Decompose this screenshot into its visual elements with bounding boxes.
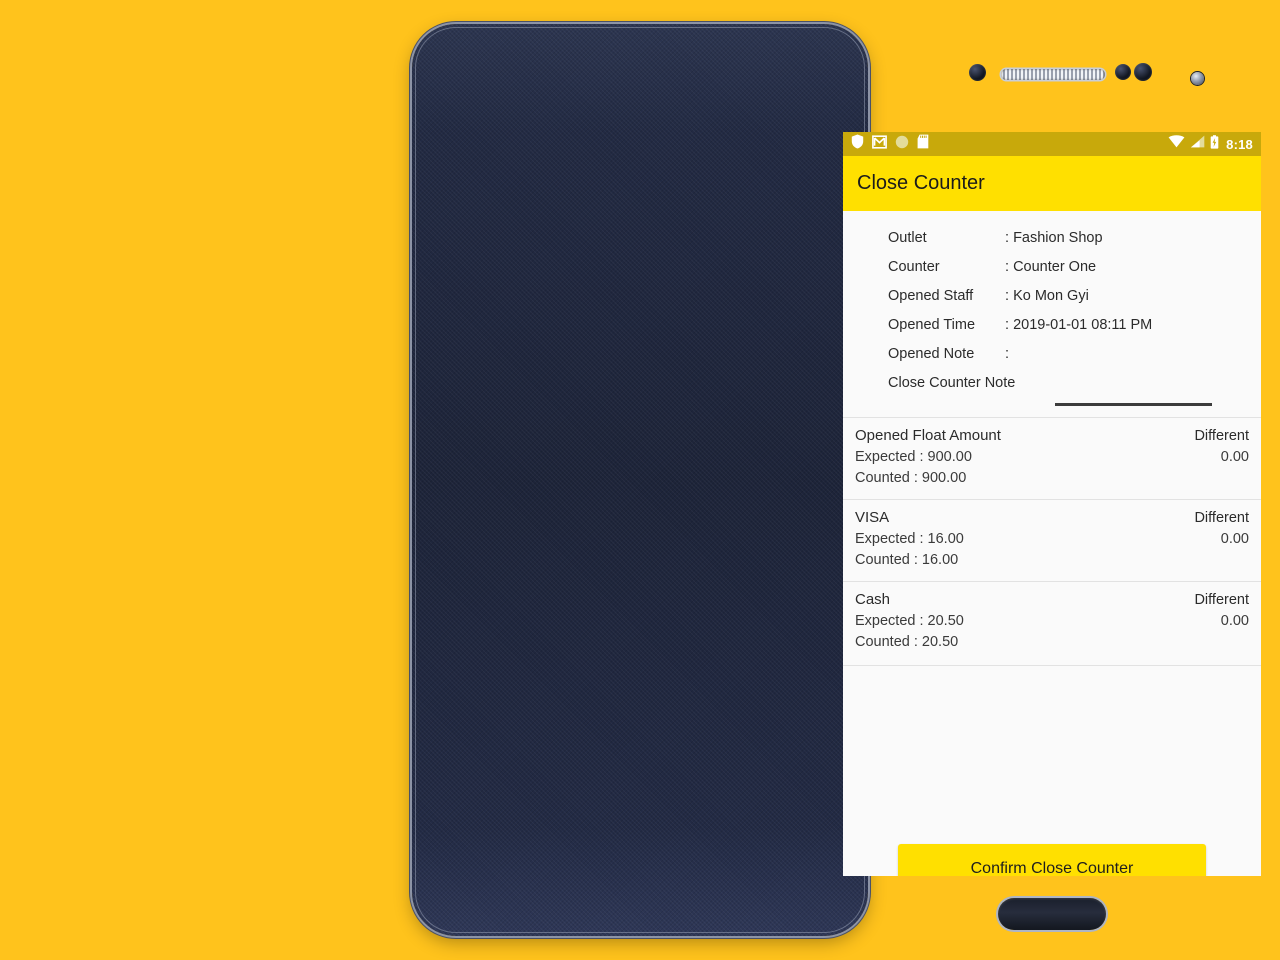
content-area: Outlet Fashion Shop Counter Counter One … [843, 211, 1261, 876]
info-label-outlet: Outlet [888, 229, 927, 246]
amount-counted-line: Counted : 20.50 [855, 632, 1249, 653]
confirm-close-counter-button[interactable]: Confirm Close Counter [898, 844, 1206, 876]
amount-expected-visa: Expected : 16.00 [855, 531, 964, 547]
amount-head: Cash Different [855, 591, 1249, 608]
amount-different-label: Different [1194, 592, 1249, 608]
info-value-counter: Counter One [1005, 259, 1096, 275]
front-camera-icon [969, 64, 986, 81]
amount-expected-line: Expected : 900.00 0.00 [855, 447, 1249, 468]
amount-different-value-visa: 0.00 [1220, 531, 1249, 547]
signal-icon [1190, 135, 1205, 153]
close-counter-note-label: Close Counter Note [888, 374, 1016, 391]
info-value-opened-staff: Ko Mon Gyi [1005, 288, 1089, 304]
info-label-opened-note: Opened Note [888, 345, 975, 362]
amount-row-visa: VISA Different Expected : 16.00 0.00 Cou… [843, 499, 1261, 581]
status-bar-left-icons [851, 134, 929, 154]
info-label-opened-time: Opened Time [888, 316, 976, 333]
amount-counted-line: Counted : 900.00 [855, 468, 1249, 489]
light-sensor-icon [1134, 63, 1152, 81]
amount-counted-visa: Counted : 16.00 [855, 552, 959, 568]
amount-counted-opened-float: Counted : 900.00 [855, 470, 967, 486]
info-label-counter: Counter [888, 258, 940, 275]
amount-different-label: Different [1194, 428, 1249, 444]
amount-different-label: Different [1194, 510, 1249, 526]
amount-row-cash: Cash Different Expected : 20.50 0.00 Cou… [843, 581, 1261, 663]
close-counter-note-row: Close Counter Note [843, 368, 1261, 397]
page-title: Close Counter [857, 172, 985, 194]
info-row-counter: Counter Counter One [843, 252, 1261, 281]
amount-counted-cash: Counted : 20.50 [855, 634, 959, 650]
info-row-opened-note: Opened Note [843, 339, 1261, 368]
sd-card-icon [917, 134, 929, 154]
amount-expected-opened-float: Expected : 900.00 [855, 449, 972, 465]
list-end-divider [843, 665, 1261, 666]
phone-screen: 8:18 Close Counter Outlet Fashion Shop C… [843, 132, 1261, 876]
info-label-opened-staff: Opened Staff [888, 287, 974, 304]
phone-device: 8:18 Close Counter Outlet Fashion Shop C… [412, 24, 1261, 936]
amount-different-value-opened-float: 0.00 [1220, 449, 1249, 465]
close-counter-note-input[interactable] [1055, 403, 1212, 406]
status-bar: 8:18 [843, 132, 1261, 156]
app-bar: Close Counter [843, 156, 1261, 211]
proximity-sensor-icon [1115, 64, 1131, 80]
info-value-outlet: Fashion Shop [1005, 230, 1102, 246]
amount-head: VISA Different [855, 509, 1249, 526]
phone-bezel [415, 27, 865, 933]
amount-head: Opened Float Amount Different [855, 427, 1249, 444]
info-value-opened-time: 2019-01-01 08:11 PM [1005, 317, 1152, 333]
counter-info-list: Outlet Fashion Shop Counter Counter One … [843, 211, 1261, 397]
wifi-icon [1168, 135, 1185, 153]
info-row-outlet: Outlet Fashion Shop [843, 223, 1261, 252]
info-row-opened-staff: Opened Staff Ko Mon Gyi [843, 281, 1261, 310]
info-row-opened-time: Opened Time 2019-01-01 08:11 PM [843, 310, 1261, 339]
gmail-icon [872, 134, 887, 154]
amount-title-visa: VISA [855, 509, 890, 526]
amount-expected-line: Expected : 20.50 0.00 [855, 611, 1249, 632]
earpiece-speaker [1001, 69, 1105, 80]
amount-expected-line: Expected : 16.00 0.00 [855, 529, 1249, 550]
amount-title-cash: Cash [855, 591, 891, 608]
dot-icon [895, 135, 909, 154]
notification-led-icon [1191, 72, 1204, 85]
amount-row-opened-float: Opened Float Amount Different Expected :… [843, 417, 1261, 499]
status-bar-right-icons: 8:18 [1168, 134, 1253, 154]
battery-icon [1210, 134, 1219, 154]
amount-expected-cash: Expected : 20.50 [855, 613, 964, 629]
amount-title-opened-float: Opened Float Amount [855, 427, 1001, 444]
amount-different-value-cash: 0.00 [1220, 613, 1249, 629]
amount-list: Opened Float Amount Different Expected :… [843, 417, 1261, 663]
info-value-opened-note [1005, 346, 1013, 362]
hardware-home-button[interactable] [998, 898, 1106, 930]
amount-counted-line: Counted : 16.00 [855, 550, 1249, 571]
shield-icon [851, 134, 864, 154]
status-bar-time: 8:18 [1226, 136, 1253, 152]
